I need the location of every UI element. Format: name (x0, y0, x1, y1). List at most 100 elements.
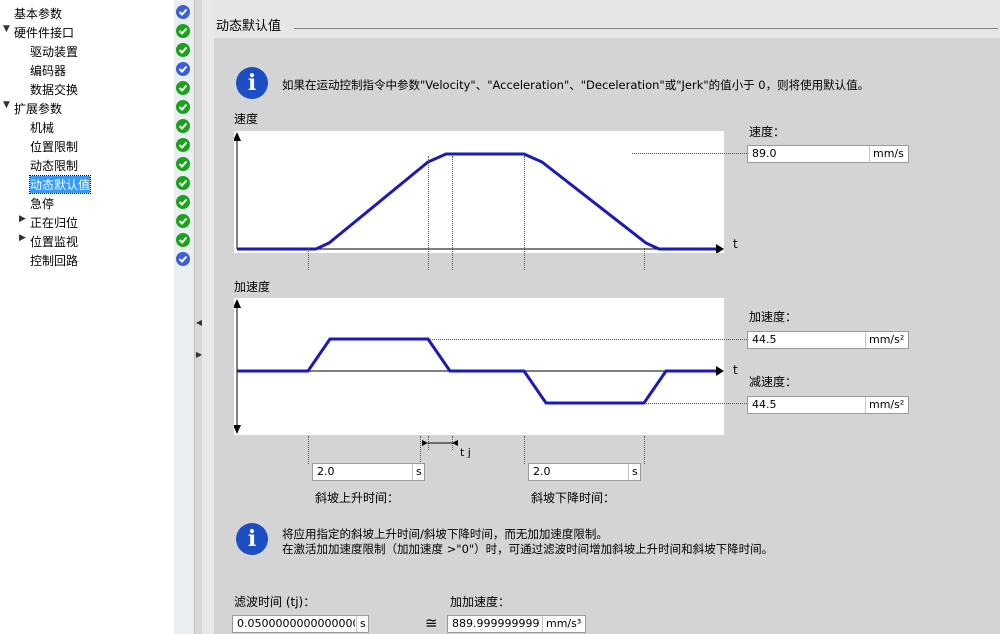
tree-item[interactable]: 位置限制 (0, 136, 174, 155)
status-ok-icon (176, 195, 190, 209)
tree-item-label: 数据交换 (30, 83, 79, 97)
tree-item-label: 基本参数 (14, 7, 63, 21)
guide-line (524, 156, 525, 270)
collapsed-arrow-icon[interactable]: ▶ (19, 214, 26, 224)
info-message-defaults: 如果在运动控制指令中参数"Velocity"、"Acceleration"、"D… (282, 78, 870, 92)
tree-item[interactable]: 控制回路 (0, 250, 174, 269)
approx-equal-symbol: ≅ (425, 614, 438, 632)
jerk-field[interactable]: 889.9999999999 mm/s³ (447, 615, 586, 633)
navigation-tree: 基本参数 ▼ 硬件件接口驱动装置编码器数据交换 ▼ 扩展参数机械位置限制动态限制动态默认… (0, 0, 194, 634)
info-icon: i (236, 67, 268, 99)
deceleration-value: 44.5 (752, 398, 777, 411)
velocity-value: 89.0 (752, 147, 777, 160)
expanded-arrow-icon[interactable]: ▼ (3, 100, 10, 110)
deceleration-guide-line (646, 403, 747, 404)
ramp-up-time-field[interactable]: 2.0 s (312, 463, 425, 481)
tree-item-label: 位置限制 (30, 140, 79, 154)
tree-item-label: 动态默认值 (28, 175, 92, 194)
guide-line (644, 436, 645, 464)
tree-item[interactable]: 机械 (0, 117, 174, 136)
status-ok-icon (176, 119, 190, 133)
tree-item-label: 动态限制 (30, 159, 79, 173)
tree-item-label: 位置监视 (30, 235, 79, 249)
status-checked-icon (176, 62, 190, 76)
filter-time-unit: s (356, 616, 366, 632)
velocity-chart-t-label: t (733, 237, 738, 251)
status-ok-icon (176, 100, 190, 114)
filter-time-label: 滤波时间 (tj)： (234, 595, 316, 609)
acceleration-field[interactable]: 44.5 mm/s² (747, 331, 909, 349)
tree-item[interactable]: 动态默认值 (0, 174, 174, 194)
acceleration-profile-chart (234, 298, 724, 435)
jerk-label: 加加速度： (450, 595, 511, 609)
velocity-time-axis-arrow (716, 244, 724, 253)
tree-item-label: 正在归位 (30, 216, 79, 230)
acceleration-value: 44.5 (752, 333, 777, 346)
guide-line (452, 156, 453, 270)
info-message-ramp-line1: 将应用指定的斜坡上升时间/斜坡下降时间，而无加加速度限制。 (282, 527, 608, 541)
acceleration-label: 加速度： (749, 310, 798, 324)
deceleration-unit: mm/s² (865, 397, 905, 413)
tree-item-label: 机械 (30, 121, 55, 135)
collapsed-arrow-icon[interactable]: ▶ (19, 233, 26, 243)
tree-item-label: 硬件件接口 (14, 26, 75, 40)
deceleration-label: 减速度： (749, 375, 798, 389)
tree-item[interactable]: 急停 (0, 193, 174, 212)
filter-time-field[interactable]: 0.05000000000000002 s (232, 615, 369, 633)
velocity-label: 速度： (749, 125, 786, 139)
status-checked-icon (176, 5, 190, 19)
acceleration-time-axis-arrow (716, 366, 724, 376)
tree-item[interactable]: 编码器 (0, 60, 174, 79)
ramp-down-time-label: 斜坡下降时间： (531, 491, 616, 505)
acceleration-guide-line (430, 339, 747, 340)
velocity-axis-arrow (234, 132, 241, 141)
tree-item[interactable]: 数据交换 (0, 79, 174, 98)
guide-line (428, 156, 429, 270)
velocity-guide-line (632, 153, 747, 154)
filter-time-value: 0.05000000000000002 (237, 617, 355, 630)
guide-line (644, 248, 645, 270)
guide-line (308, 436, 309, 464)
deceleration-field[interactable]: 44.5 mm/s² (747, 396, 909, 414)
info-message-ramp-line2: 在激活加加速度限制（加加速度 >"0"）时，可通过滤波时间增加斜坡上升时间和斜坡… (282, 542, 774, 556)
status-ok-icon (176, 138, 190, 152)
status-column (174, 0, 194, 634)
tree-item[interactable]: 基本参数 (0, 3, 174, 22)
jerk-unit: mm/s³ (542, 616, 582, 632)
guide-line (524, 436, 525, 464)
jerk-time-label: t j (460, 446, 471, 459)
velocity-profile-chart (234, 131, 724, 253)
tree-item[interactable]: 驱动装置 (0, 41, 174, 60)
tree-item-label: 驱动装置 (30, 45, 79, 59)
tree-item-label: 编码器 (30, 64, 67, 78)
ramp-down-time-field[interactable]: 2.0 s (528, 463, 641, 481)
velocity-chart-title: 速度 (234, 112, 259, 126)
section-title-divider (294, 28, 998, 29)
status-ok-icon (176, 233, 190, 247)
status-ok-icon (176, 81, 190, 95)
status-ok-icon (176, 176, 190, 190)
dynamic-defaults-panel: 动态默认值 i 如果在运动控制指令中参数"Velocity"、"Accelera… (214, 0, 1000, 634)
jerk-value: 889.9999999999 (452, 617, 540, 630)
status-ok-icon (176, 214, 190, 228)
tree-item-label: 扩展参数 (14, 102, 63, 116)
status-ok-icon (176, 157, 190, 171)
tree-item[interactable]: ▼ 扩展参数 (0, 98, 174, 117)
tree-item-label: 急停 (30, 197, 55, 211)
tree-item[interactable]: 动态限制 (0, 155, 174, 174)
velocity-unit: mm/s (869, 146, 904, 162)
tree-item[interactable]: ▶ 正在归位 (0, 212, 174, 231)
guide-line (308, 248, 309, 270)
ramp-up-time-unit: s (412, 464, 422, 480)
ramp-down-time-unit: s (628, 464, 638, 480)
acceleration-axis-arrow-down (234, 425, 241, 434)
expanded-arrow-icon[interactable]: ▼ (3, 24, 10, 34)
velocity-field[interactable]: 89.0 mm/s (747, 145, 909, 163)
tree-item[interactable]: ▼ 硬件件接口 (0, 22, 174, 41)
ramp-down-time-value: 2.0 (533, 465, 551, 478)
status-ok-icon (176, 43, 190, 57)
acceleration-chart-t-label: t (733, 363, 738, 377)
tree-item[interactable]: ▶ 位置监视 (0, 231, 174, 250)
section-title: 动态默认值 (216, 19, 282, 34)
velocity-curve (237, 152, 716, 251)
